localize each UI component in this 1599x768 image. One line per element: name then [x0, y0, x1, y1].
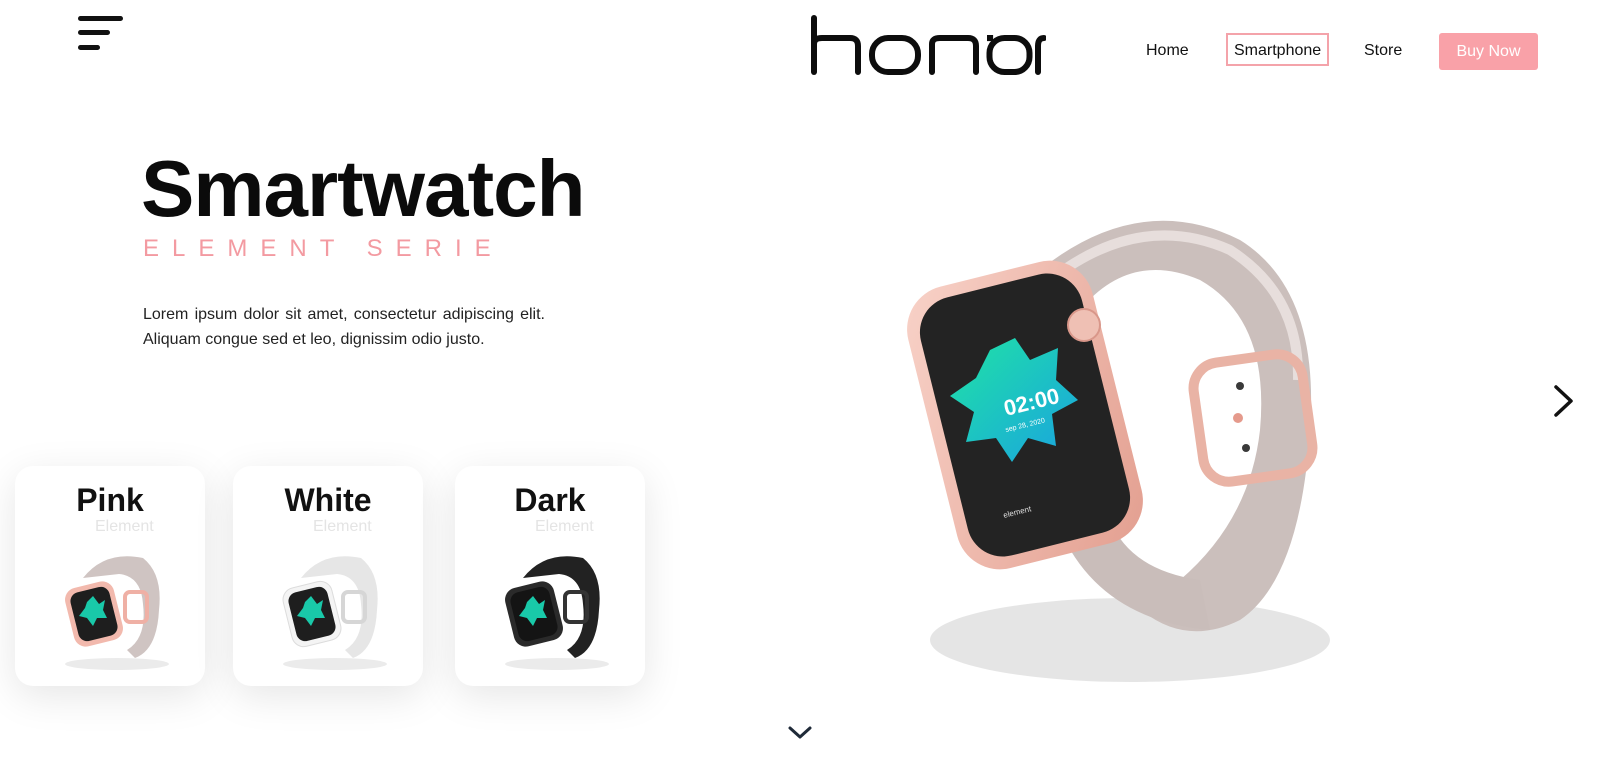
variant-tag: Element — [95, 518, 154, 535]
variant-tag: Element — [535, 518, 594, 535]
variant-name: Dark — [514, 482, 586, 518]
menu-line — [78, 30, 110, 35]
dark-watch-image — [505, 556, 609, 670]
hero-watch-image: 02:00 sep 28, 2020 element — [907, 220, 1330, 682]
hamburger-menu-icon[interactable] — [78, 16, 124, 54]
menu-line — [78, 16, 123, 21]
hero-subtitle: ELEMENT SERIE — [143, 235, 504, 262]
buy-now-button[interactable]: Buy Now — [1439, 33, 1538, 70]
nav-store[interactable]: Store — [1364, 33, 1402, 69]
chevron-right-icon[interactable] — [1552, 384, 1576, 418]
hero-title: Smartwatch — [141, 144, 585, 233]
variant-card-pink[interactable]: Pink Element — [15, 466, 205, 686]
hero-description: Lorem ipsum dolor sit amet, consectetur … — [143, 306, 545, 348]
variant-tag: Element — [313, 518, 372, 535]
menu-line — [78, 45, 100, 50]
nav-smartphone[interactable]: Smartphone — [1226, 33, 1330, 66]
white-watch-image — [282, 556, 387, 670]
nav-home[interactable]: Home — [1146, 33, 1189, 69]
variant-name: White — [284, 482, 372, 518]
variant-name: Pink — [76, 482, 144, 518]
variant-card-dark[interactable]: Dark Element — [455, 466, 645, 686]
variant-card-white[interactable]: White Element — [233, 466, 423, 686]
chevron-down-icon[interactable] — [787, 725, 813, 741]
pink-watch-image — [65, 556, 169, 670]
honor-logo[interactable] — [810, 14, 1046, 76]
